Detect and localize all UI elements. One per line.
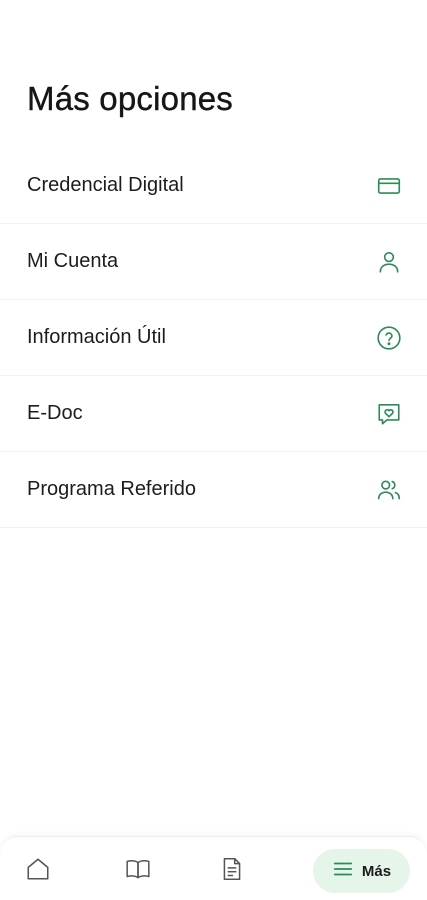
nav-home[interactable] [18, 849, 58, 893]
menu-icon [332, 858, 354, 885]
option-programa-referido[interactable]: Programa Referido [0, 452, 427, 528]
option-credencial-digital[interactable]: Credencial Digital [0, 148, 427, 224]
option-informacion-util[interactable]: Información Útil [0, 300, 427, 376]
book-icon [125, 856, 151, 887]
nav-more-label: Más [361, 862, 392, 880]
option-label: Mi Cuenta [27, 250, 119, 272]
heart-chat-icon [375, 400, 403, 428]
document-icon [219, 856, 245, 887]
user-icon [375, 248, 403, 276]
credit-card-icon [375, 172, 403, 200]
page-title: Más opciones [27, 80, 234, 117]
option-label: Credencial Digital [27, 174, 184, 196]
help-circle-icon [375, 324, 403, 352]
nav-document[interactable] [212, 849, 252, 893]
option-label: Información Útil [27, 326, 166, 348]
option-mi-cuenta[interactable]: Mi Cuenta [0, 224, 427, 300]
option-e-doc[interactable]: E-Doc [0, 376, 427, 452]
bottom-navigation: Más [0, 836, 427, 900]
options-list: Credencial Digital Mi Cuenta Información… [0, 148, 427, 528]
nav-more[interactable]: Más [313, 849, 410, 893]
nav-book[interactable] [118, 849, 158, 893]
option-label: E-Doc [27, 402, 83, 424]
home-icon [25, 856, 51, 887]
option-label: Programa Referido [27, 478, 196, 500]
users-icon [375, 476, 403, 504]
